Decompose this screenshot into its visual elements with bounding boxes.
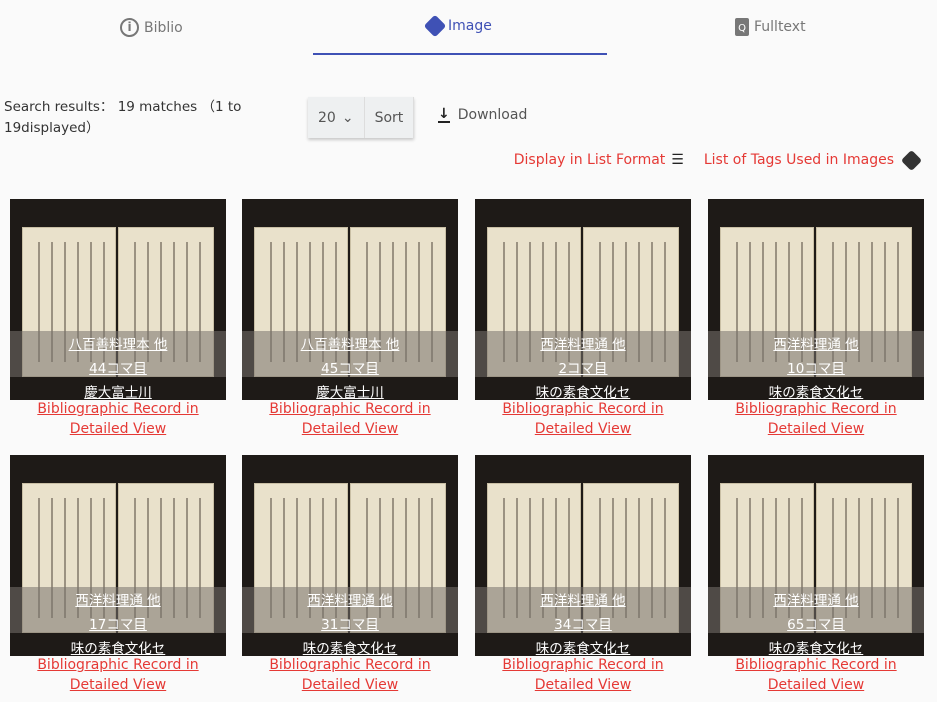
frame-number-link[interactable]: 34コマ目 [475, 613, 691, 633]
info-icon: i [120, 18, 139, 37]
page-thumbnail[interactable]: 西洋料理通 他 34コマ目 味の素食文化セ [475, 455, 691, 656]
holder-link[interactable]: 味の素食文化セ [10, 637, 226, 656]
bibliographic-record-link[interactable]: Bibliographic Record in Detailed View [242, 655, 458, 695]
book-title-link[interactable]: 西洋料理通 他 [708, 333, 924, 353]
tab-label: Biblio [144, 19, 183, 36]
frame-number-link[interactable]: 44コマ目 [10, 357, 226, 377]
frame-number-link[interactable]: 10コマ目 [708, 357, 924, 377]
tab-bar: i Biblio Image Q Fulltext [0, 0, 937, 56]
tags-list-label: List of Tags Used in Images [703, 152, 894, 168]
active-tab-indicator [313, 53, 607, 55]
bibliographic-record-link[interactable]: Bibliographic Record in Detailed View [242, 399, 458, 439]
bibliographic-record-link[interactable]: Bibliographic Record in Detailed View [475, 399, 691, 439]
image-card[interactable]: 西洋料理通 他 34コマ目 味の素食文化セ Bibliographic Reco… [475, 455, 691, 695]
image-card[interactable]: 西洋料理通 他 65コマ目 味の素食文化セ Bibliographic Reco… [708, 455, 924, 695]
tab-biblio[interactable]: i Biblio [120, 18, 183, 37]
book-title-link[interactable]: 西洋料理通 他 [475, 589, 691, 609]
bibliographic-record-link[interactable]: Bibliographic Record in Detailed View [708, 399, 924, 439]
bibliographic-record-link[interactable]: Bibliographic Record in Detailed View [475, 655, 691, 695]
bibliographic-record-link[interactable]: Bibliographic Record in Detailed View [10, 655, 226, 695]
list-icon: ☰ [671, 152, 684, 168]
frame-number-link[interactable]: 2コマ目 [475, 357, 691, 377]
bibliographic-record-link[interactable]: Bibliographic Record in Detailed View [10, 399, 226, 439]
book-title-link[interactable]: 八百善料理本 他 [10, 333, 226, 353]
holder-link[interactable]: 慶大富士川 [242, 381, 458, 400]
page-thumbnail[interactable]: 西洋料理通 他 31コマ目 味の素食文化セ [242, 455, 458, 656]
tab-image[interactable]: Image [423, 14, 492, 38]
file-search-icon: Q [735, 18, 749, 36]
holder-link[interactable]: 味の素食文化セ [475, 381, 691, 400]
page-thumbnail[interactable]: 西洋料理通 他 17コマ目 味の素食文化セ [10, 455, 226, 656]
sort-button[interactable]: Sort [364, 97, 415, 138]
image-card[interactable]: 西洋料理通 他 10コマ目 味の素食文化セ Bibliographic Reco… [708, 199, 924, 439]
holder-link[interactable]: 味の素食文化セ [708, 637, 924, 656]
page-thumbnail[interactable]: 八百善料理本 他 45コマ目 慶大富士川 [242, 199, 458, 400]
page-thumbnail[interactable]: 八百善料理本 他 44コマ目 慶大富士川 [10, 199, 226, 400]
search-results-count: Search results： 19 matches （1 to 19displ… [4, 99, 242, 136]
list-format-link[interactable]: Display in List Format ☰ [514, 152, 684, 168]
tab-label: Fulltext [754, 19, 806, 35]
tag-icon [423, 14, 447, 38]
tab-fulltext[interactable]: Q Fulltext [735, 18, 806, 36]
download-button[interactable]: ↓ Download [438, 107, 527, 123]
holder-link[interactable]: 慶大富士川 [10, 381, 226, 400]
image-card[interactable]: 八百善料理本 他 45コマ目 慶大富士川 Bibliographic Recor… [242, 199, 458, 439]
list-format-label: Display in List Format [513, 152, 666, 168]
image-card[interactable]: 八百善料理本 他 44コマ目 慶大富士川 Bibliographic Recor… [10, 199, 226, 439]
holder-link[interactable]: 味の素食文化セ [475, 637, 691, 656]
frame-number-link[interactable]: 65コマ目 [708, 613, 924, 633]
per-page-select[interactable]: 20 ⌄ [308, 97, 365, 138]
page-thumbnail[interactable]: 西洋料理通 他 10コマ目 味の素食文化セ [708, 199, 924, 400]
tab-label: Image [448, 18, 492, 34]
tags-list-link[interactable]: List of Tags Used in Images [703, 149, 923, 171]
frame-number-link[interactable]: 45コマ目 [242, 357, 458, 377]
download-icon: ↓ [438, 106, 450, 123]
chevron-down-icon: ⌄ [341, 109, 354, 126]
frame-number-link[interactable]: 31コマ目 [242, 613, 458, 633]
book-title-link[interactable]: 八百善料理本 他 [242, 333, 458, 353]
book-title-link[interactable]: 西洋料理通 他 [475, 333, 691, 353]
holder-link[interactable]: 味の素食文化セ [242, 637, 458, 656]
book-title-link[interactable]: 西洋料理通 他 [242, 589, 458, 609]
book-title-link[interactable]: 西洋料理通 他 [708, 589, 924, 609]
image-card[interactable]: 西洋料理通 他 31コマ目 味の素食文化セ Bibliographic Reco… [242, 455, 458, 695]
image-card[interactable]: 西洋料理通 他 2コマ目 味の素食文化セ Bibliographic Recor… [475, 199, 691, 439]
frame-number-link[interactable]: 17コマ目 [10, 613, 226, 633]
image-card[interactable]: 西洋料理通 他 17コマ目 味の素食文化セ Bibliographic Reco… [10, 455, 226, 695]
download-label: Download [457, 107, 528, 123]
tag-icon [900, 149, 923, 171]
page-thumbnail[interactable]: 西洋料理通 他 2コマ目 味の素食文化セ [475, 199, 691, 400]
page-thumbnail[interactable]: 西洋料理通 他 65コマ目 味の素食文化セ [708, 455, 924, 656]
per-page-value: 20 [318, 109, 336, 126]
bibliographic-record-link[interactable]: Bibliographic Record in Detailed View [708, 655, 924, 695]
book-title-link[interactable]: 西洋料理通 他 [10, 589, 226, 609]
holder-link[interactable]: 味の素食文化セ [708, 381, 924, 400]
